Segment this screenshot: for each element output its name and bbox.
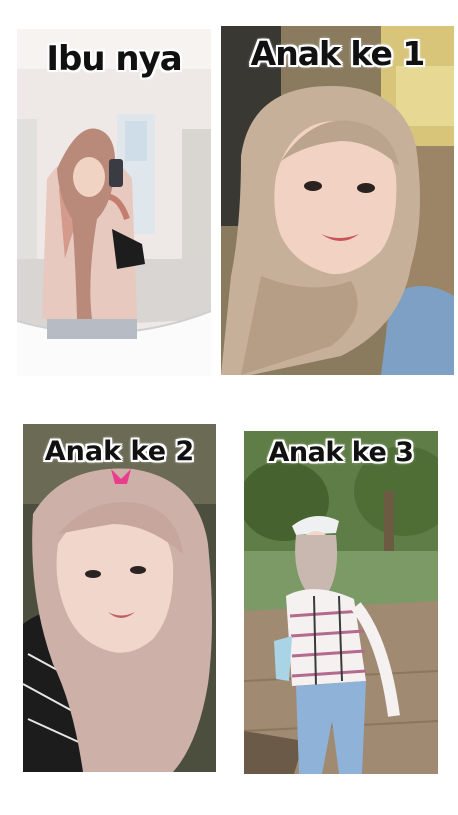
photo-panel-child-3: Anak ke 3 [244, 431, 438, 774]
photo-panel-mother: Ibu nya [17, 29, 211, 376]
selfie-photo-child-2 [23, 424, 216, 772]
outdoor-photo-child-3 [244, 431, 438, 774]
caption-child-2: Anak ke 2 [44, 436, 195, 467]
photo-panel-child-1: Anak ke 1 [221, 26, 454, 375]
caption-child-1: Anak ke 1 [250, 34, 426, 73]
selfie-photo-child-1 [221, 26, 454, 375]
caption-child-3: Anak ke 3 [268, 437, 414, 468]
mirror-selfie-photo [17, 29, 211, 376]
photo-panel-child-2: Anak ke 2 [23, 424, 216, 772]
caption-mother: Ibu nya [46, 39, 182, 79]
